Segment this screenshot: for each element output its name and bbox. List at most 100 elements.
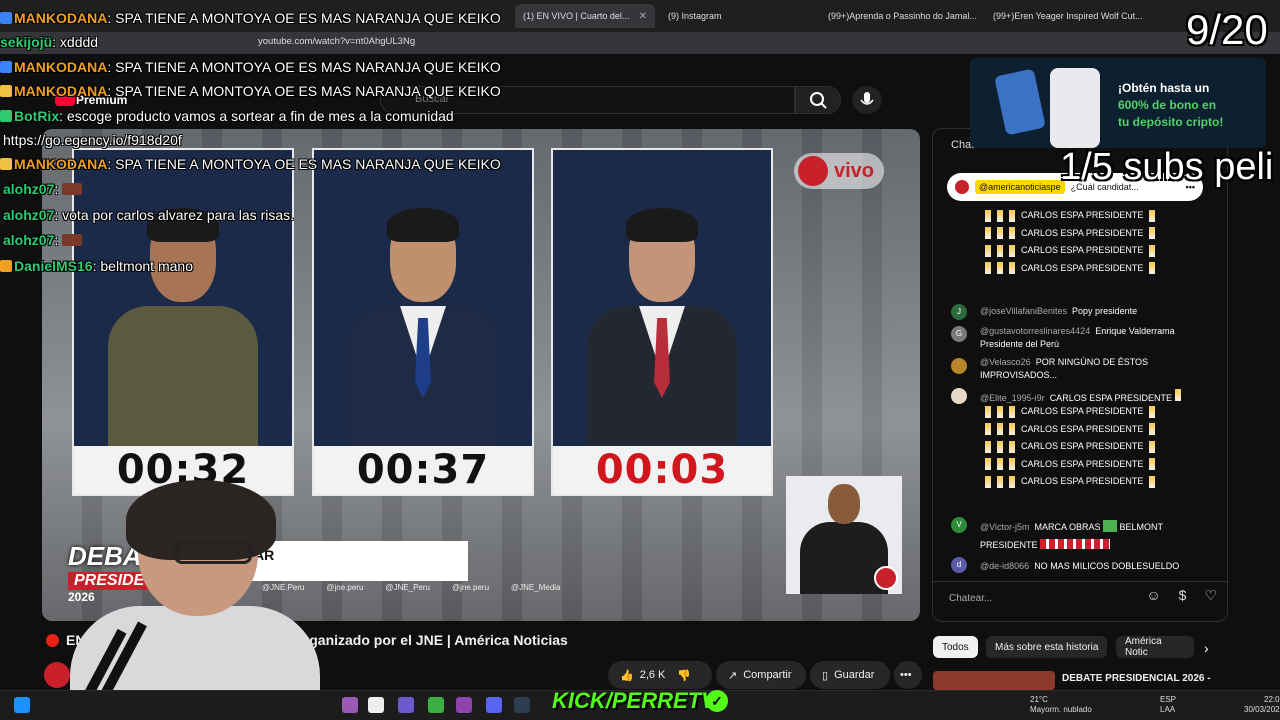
discord-icon[interactable] [486,697,502,713]
overlay-chat-line: MANKODANA: SPA TIENE A MONTOYA OE ES MAS… [0,82,501,100]
app-icon[interactable] [428,697,444,713]
weather-widget[interactable]: 21°C Mayorm. nublado [1030,695,1092,715]
chat-avatar: G [951,326,967,342]
ad-line-3: tu depósito cripto! [1118,115,1224,129]
tab-label: (1) EN VIVO | Cuarto del... [523,11,630,21]
overlay-counter: 9/20 [1186,6,1268,53]
app-icon[interactable] [342,697,358,713]
social-x: @JNE_Peru [385,583,430,592]
pinned-user: @americanoticiaspe [975,180,1065,194]
chat-message: @de-id8066 NO MAS MILICOS DOBLESUELDO [980,561,1180,571]
chat-message: @Victor-j5m MARCA OBRAS BELMONT PRESIDENT… [980,520,1164,550]
microphone-icon [860,92,874,105]
next-video-title[interactable]: DEBATE PRESIDENCIAL 2026 - [1062,673,1211,684]
thumbs-up-icon: 👍 [620,669,634,682]
overlay-chat-line: sekijojü: xdddd [0,34,99,50]
overlay-chat-line: BotRix: escoge producto vamos a sortear … [0,107,454,125]
social-tiktok: @jne.peru [451,583,490,592]
chip-channel[interactable]: América Notic [1116,636,1194,658]
spam-block-1: CARLOS ESPA PRESIDENTE CARLOS ESPA PRESI… [985,207,1215,277]
tab-label: (99+)Aprenda o Passinho do Jamal... [828,11,977,21]
app-icon[interactable] [368,697,384,713]
tab-instagram[interactable]: (9) Instagram [660,4,810,28]
chat-avatar: V [951,517,967,533]
heart-icon[interactable]: ♡ [1204,587,1217,604]
candidate-2-timer: 00:37 [314,446,532,494]
candidate-2 [348,196,498,456]
tab-label: (9) Instagram [668,11,722,21]
america-logo-icon [874,566,898,590]
search-icon [810,92,827,109]
emoji-icon[interactable]: ☺ [1146,587,1160,604]
url-text[interactable]: youtube.com/watch?v=nt0AhgUL3Ng [258,36,415,47]
voice-search-button[interactable] [852,86,882,114]
gift-icon [994,68,1046,136]
tab-tiktok-1[interactable]: (99+)Aprenda o Passinho do Jamal... [820,4,980,28]
windows-start-icon[interactable] [14,697,30,713]
tab-label: (99+)Eren Yeager Inspired Wolf Cut... [993,11,1143,21]
chat-input[interactable]: Chatear... [949,593,992,604]
save-label: Guardar [834,669,875,681]
phone-graphic [1050,68,1100,148]
chat-message: @Velasco26 POR NINGÚNO DE ÉSTOS IMPROVISA… [980,357,1149,380]
candidate-3-timer: 00:03 [553,446,771,494]
candidate-3 [587,196,737,456]
close-icon[interactable]: ✕ [639,11,647,22]
pinned-avatar [955,180,969,194]
overlay-chat-line: MANKODANA: SPA TIENE A MONTOYA OE ES MAS… [0,9,501,27]
overlay-chat-line: MANKODANA: SPA TIENE A MONTOYA OE ES MAS… [0,58,501,76]
overlay-chat-line: https://go.egency.io/f918d20f [3,132,182,148]
overlay-chat-line: alohz07: [3,231,84,249]
vivo-badge: vivo [794,153,884,189]
like-count: 2,6 K [639,669,666,681]
chat-avatar [951,388,967,404]
chat-message: @gustavotorreslinares4424 Enrique Valder… [980,326,1175,349]
candidate-1 [108,196,258,456]
share-button[interactable]: ↗ Compartir [716,661,806,689]
spam-block-2: CARLOS ESPA PRESIDENTE CARLOS ESPA PRESI… [985,403,1215,491]
social-instagram: @jne.peru [326,583,364,592]
overlay-chat-line: alohz07: [3,180,84,198]
overlay-chat-line: MANKODANA: SPA TIENE A MONTOYA OE ES MAS… [0,155,501,173]
search-button[interactable] [795,86,841,114]
next-video-thumbnail[interactable] [933,671,1055,690]
streamer-webcam [40,480,320,720]
chip-story[interactable]: Más sobre esta historia [986,636,1108,658]
crypto-ad[interactable]: ¡Obtén hasta un 600% de bono en tu depós… [970,58,1266,148]
candidate-panel-2: 00:37 [312,148,534,496]
super-chat-icon[interactable]: $ [1179,587,1187,604]
vivo-label: vivo [834,159,875,182]
app-icon[interactable] [456,697,472,713]
tab-tiktok-2[interactable]: (99+)Eren Yeager Inspired Wolf Cut... [985,4,1145,28]
chip-all[interactable]: Todos [933,636,978,658]
glasses [174,542,252,564]
like-button[interactable]: 👍 2,6 K 👎 [608,661,712,689]
kick-channel-brand: KICK/PERRETV [552,688,716,713]
verified-check-icon: ✓ [706,690,728,712]
social-youtube: @JNE_Media [511,583,561,592]
america-globe-icon [798,156,828,186]
overlay-chat-line: DanielMS16: beltmont mano [0,257,193,275]
save-button[interactable]: ▯ Guardar [810,661,890,689]
overlay-chat-line: alohz07: vota por carlos alvarez para la… [3,207,295,223]
language-indicator[interactable]: ESP LAA [1160,695,1176,715]
ad-line-2: 600% de bono en [1118,98,1217,112]
more-actions-button[interactable]: ••• [894,661,922,689]
thumbs-down-icon[interactable]: 👎 [677,669,691,682]
share-icon: ↗ [728,669,738,682]
screen: (1) EN VIVO | Cuarto del... ✕ (9) Instagr… [0,0,1280,720]
address-bar[interactable] [0,32,1280,54]
chat-avatar: J [951,304,967,320]
app-icon[interactable] [398,697,414,713]
jne-socials: @JNE.Peru @jne.peru @JNE_Peru @jne.peru … [262,583,682,597]
chat-avatar [951,358,967,374]
candidate-panel-3: 00:03 [551,148,773,496]
system-clock[interactable]: 22:02 30/03/2026 [1244,695,1280,715]
tab-youtube[interactable]: (1) EN VIVO | Cuarto del... ✕ [515,4,655,28]
sign-language-interpreter [786,476,902,594]
overlay-subs-goal: 1/5 subs peli [1060,146,1274,188]
chat-message: @joseVillafaniBenites Popy presidente [980,306,1138,316]
chevron-right-icon[interactable]: › [1204,640,1209,656]
app-icon[interactable] [514,697,530,713]
ad-line-1: ¡Obtén hasta un [1118,81,1210,95]
